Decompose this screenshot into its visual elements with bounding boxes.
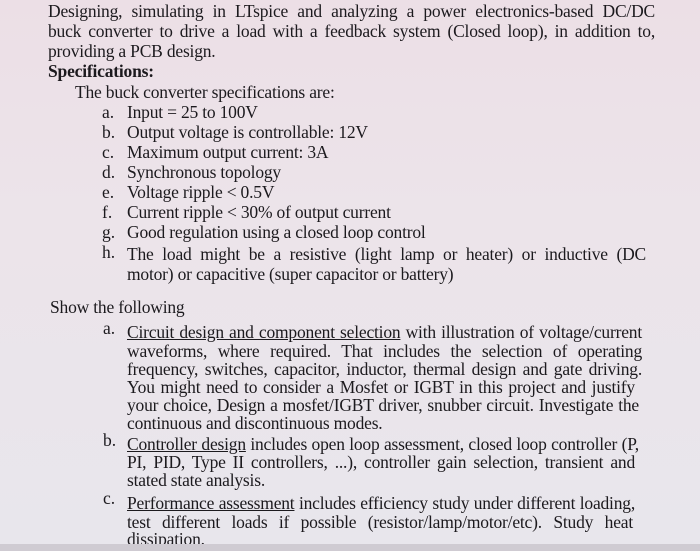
show-item-line: stated state analysis.	[127, 470, 265, 490]
spec-text: Maximum output current: 3A	[127, 142, 329, 162]
show-item-line-1: Circuit design and component selection w…	[127, 322, 642, 342]
show-item-text: includes open loop assessment, closed lo…	[245, 434, 639, 454]
show-item-title: Performance assessment	[127, 493, 295, 513]
spec-text-line-1: The load might be a resistive (light lam…	[127, 244, 646, 264]
list-marker: d.	[102, 162, 116, 182]
spec-text: Input = 25 to 100V	[127, 102, 258, 122]
specifications-heading: Specifications:	[48, 61, 154, 81]
spec-text: Voltage ripple < 0.5V	[127, 182, 275, 202]
intro-line-3: providing a PCB design.	[48, 41, 216, 61]
show-item-text: includes efficiency study under differen…	[294, 493, 635, 513]
show-item-line: You might need to consider a Mosfet or I…	[127, 377, 635, 397]
show-item-text: with illustration of voltage/current	[400, 322, 643, 342]
list-marker: c.	[102, 142, 115, 162]
show-item-line: your choice, Design a mosfet/IGBT driver…	[127, 395, 639, 415]
list-marker: b.	[103, 430, 117, 450]
spec-text: Current ripple < 30% of output current	[127, 202, 391, 222]
list-marker: a.	[102, 102, 115, 122]
show-item-line: waveforms, where required. That includes…	[127, 341, 642, 361]
show-item-line: frequency, switches, capacitor, inductor…	[127, 359, 642, 379]
list-marker: a.	[103, 318, 116, 338]
show-item-line-1: Performance assessment includes efficien…	[127, 493, 635, 513]
list-marker: h.	[102, 242, 116, 262]
intro-line-1: Designing, simulating in LTspice and ana…	[48, 1, 655, 21]
show-item-line: continuous and discontinuous modes.	[127, 413, 383, 433]
list-marker: f.	[102, 202, 113, 222]
show-item-title: Circuit design and component selection	[127, 322, 401, 342]
specifications-lead: The buck converter specifications are:	[75, 82, 335, 102]
spec-text: Synchronous topology	[127, 162, 281, 182]
show-heading: Show the following	[50, 297, 185, 317]
spec-text-line-2: motor) or capacitive (super capacitor or…	[127, 264, 454, 284]
spec-text: Good regulation using a closed loop cont…	[127, 222, 426, 242]
spec-text: Output voltage is controllable: 12V	[127, 122, 368, 142]
show-item-line: PI, PID, Type II controllers, ...), cont…	[127, 452, 635, 472]
list-marker: b.	[102, 122, 116, 142]
show-item-title: Controller design	[127, 434, 246, 454]
bottom-edge	[0, 544, 700, 551]
intro-line-2: buck converter to drive a load with a fe…	[48, 21, 655, 41]
show-item-line-1: Controller design includes open loop ass…	[127, 434, 639, 454]
list-marker: g.	[102, 222, 116, 242]
document-page: Designing, simulating in LTspice and ana…	[0, 0, 700, 551]
list-marker: c.	[103, 488, 116, 508]
list-marker: e.	[102, 182, 115, 202]
